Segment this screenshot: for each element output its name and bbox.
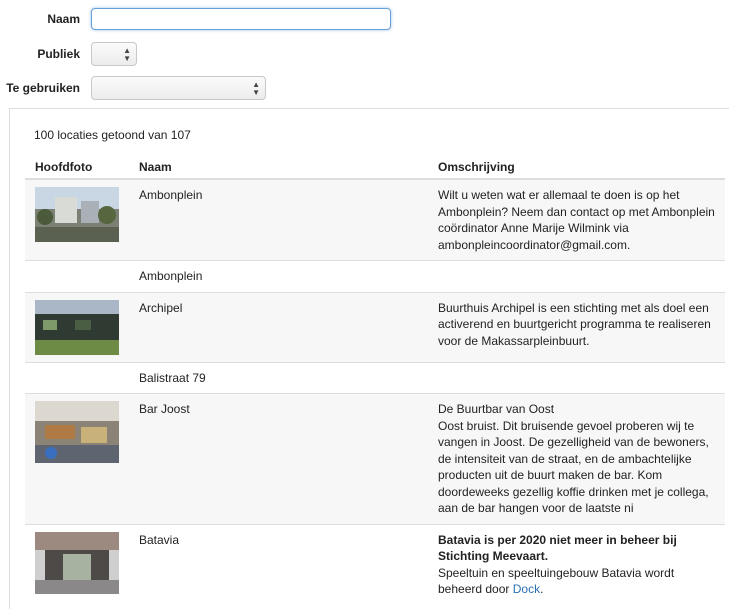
photo-cell	[25, 393, 129, 524]
location-description: Batavia is per 2020 niet meer in beheer …	[428, 523, 725, 605]
location-photo[interactable]	[35, 299, 119, 355]
location-description	[428, 260, 725, 292]
photo-cell	[25, 291, 129, 362]
description-body: Oost bruist. Dit bruisende gevoel prober…	[438, 418, 709, 516]
location-name: Balistraat 79	[129, 361, 428, 394]
location-name: Batavia	[129, 523, 428, 605]
table-row[interactable]: Ambonplein	[25, 260, 725, 292]
location-description: Buurthuis Archipel is een stichting met …	[428, 291, 725, 362]
location-name: Archipel	[129, 291, 428, 362]
location-description: De Buurtbar van Oost Oost bruist. Dit br…	[428, 393, 725, 524]
table-row[interactable]: Bar Joost De Buurtbar van Oost Oost brui…	[25, 393, 725, 524]
description-notice: Batavia is per 2020 niet meer in beheer …	[438, 532, 677, 564]
location-photo[interactable]	[35, 531, 119, 594]
photo-cell	[25, 361, 129, 394]
gebruiken-select[interactable]: ▲ ▼	[91, 76, 266, 100]
description-title: De Buurtbar van Oost	[438, 402, 555, 416]
up-down-arrows-icon: ▲ ▼	[123, 46, 131, 63]
location-photo[interactable]	[35, 401, 119, 463]
filter-row-gebruiken: Te gebruiken	[0, 76, 80, 100]
header-photo[interactable]: Hoofdfoto	[25, 154, 129, 180]
description-body: Speeltuin en speeltuingebouw Batavia wor…	[438, 565, 675, 597]
table-row[interactable]: Balistraat 79	[25, 361, 725, 394]
publiek-select[interactable]: ▲ ▼	[91, 42, 137, 66]
location-name: Bar Joost	[129, 393, 428, 524]
naam-input[interactable]	[91, 8, 391, 30]
filter-row-publiek: Publiek	[0, 42, 80, 66]
gebruiken-label: Te gebruiken	[6, 81, 80, 95]
photo-cell	[25, 260, 129, 292]
header-name[interactable]: Naam	[129, 154, 428, 180]
location-description: Wilt u weten wat er allemaal te doen is …	[428, 178, 725, 261]
dock-link[interactable]: Dock	[513, 582, 540, 596]
naam-label: Naam	[47, 12, 80, 26]
table-header-row: Hoofdfoto Naam Omschrijving	[25, 154, 725, 180]
up-down-arrows-icon: ▲ ▼	[252, 80, 260, 97]
location-description	[428, 361, 725, 394]
header-description[interactable]: Omschrijving	[428, 154, 725, 180]
location-photo[interactable]	[35, 187, 119, 242]
photo-cell	[25, 178, 129, 261]
locations-table: Hoofdfoto Naam Omschrijving Ambonplein W…	[25, 154, 725, 605]
location-name: Ambonplein	[129, 260, 428, 292]
table-row[interactable]: Ambonplein Wilt u weten wat er allemaal …	[25, 178, 725, 261]
filter-row-naam: Naam	[0, 7, 80, 31]
results-count: 100 locaties getoond van 107	[34, 128, 191, 142]
table-row[interactable]: Archipel Buurthuis Archipel is een stich…	[25, 291, 725, 362]
publiek-label: Publiek	[37, 47, 80, 61]
table-row[interactable]: Batavia Batavia is per 2020 niet meer in…	[25, 523, 725, 605]
photo-cell	[25, 523, 129, 605]
location-name: Ambonplein	[129, 178, 428, 261]
